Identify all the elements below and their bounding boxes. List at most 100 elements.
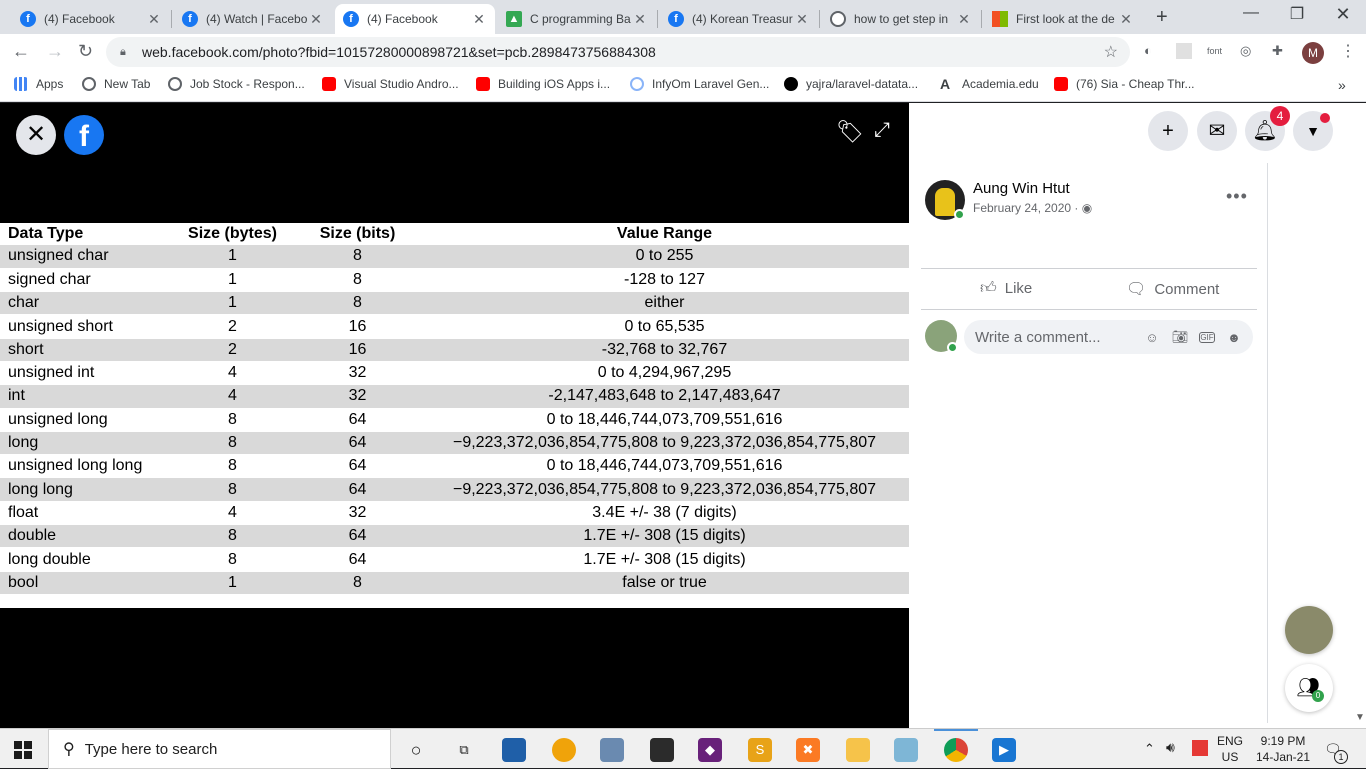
search-placeholder[interactable]: Type here to search <box>85 741 218 758</box>
bookmark-star-icon[interactable]: ☆ <box>1104 42 1118 62</box>
chrome-icon[interactable] <box>944 738 968 762</box>
tab-korean-treasure[interactable]: f (4) Korean Treasur ✕ <box>660 4 818 34</box>
bookmark-infyom[interactable]: InfyOm Laravel Gen... <box>630 77 769 91</box>
header-value-range: Value Range <box>616 225 713 242</box>
cell-size-bits: 32 <box>295 384 420 409</box>
post-date[interactable]: February 24, 2020 · ◉ <box>973 201 1092 215</box>
comment-button[interactable]: 🗨︎ Comment <box>1126 279 1219 299</box>
cell-data-type: double <box>0 524 170 549</box>
app-icon[interactable] <box>600 738 624 762</box>
scroll-down-arrow-icon[interactable]: ▼ <box>1355 712 1365 723</box>
minimize-button[interactable]: — <box>1228 4 1274 22</box>
bookmark-new-tab[interactable]: New Tab <box>82 77 150 91</box>
close-tab-icon[interactable]: ✕ <box>956 11 972 28</box>
bookmark-visual-studio[interactable]: Visual Studio Andro... <box>322 77 459 91</box>
store-icon[interactable] <box>650 738 674 762</box>
show-hidden-icons[interactable]: ⌃ <box>1144 741 1155 757</box>
bookmark-apps[interactable]: Apps <box>14 77 63 91</box>
app-icon[interactable] <box>894 738 918 762</box>
visual-studio-icon[interactable]: ◆ <box>698 738 722 762</box>
profile-avatar[interactable]: M <box>1302 42 1324 64</box>
more-options-icon[interactable]: ••• <box>1226 186 1248 207</box>
language-indicator[interactable]: ENG US <box>1214 733 1246 765</box>
omnibox[interactable]: 🔒︎ web.facebook.com/photo?fbid=101572800… <box>106 37 1130 67</box>
media-player-icon[interactable]: ▶ <box>992 738 1016 762</box>
tab-facebook-1[interactable]: f (4) Facebook ✕ <box>12 4 170 34</box>
extensions-puzzle-icon[interactable]: ✚ <box>1272 43 1283 59</box>
tab-first-look[interactable]: First look at the de ✕ <box>984 4 1142 34</box>
cortana-icon[interactable]: ○ <box>404 738 428 762</box>
sticker-icon[interactable]: ☻ <box>1225 330 1243 345</box>
cell-data-type: long <box>0 431 170 456</box>
google-drive-icon: ▲ <box>506 11 522 27</box>
contacts-icon[interactable]: 👥︎ <box>1285 664 1333 712</box>
panel-scrollbar[interactable] <box>1267 163 1268 723</box>
gif-icon[interactable]: GIF <box>1199 331 1215 343</box>
cell-size-bytes: 8 <box>170 454 295 479</box>
back-button[interactable]: ← <box>12 41 30 62</box>
tab-title: (4) Watch | Facebo <box>206 12 308 26</box>
table-row: unsigned short 2 16 0 to 65,535 <box>0 314 909 339</box>
close-window-button[interactable]: ✕ <box>1320 4 1366 25</box>
bookmark-building-ios[interactable]: Building iOS Apps i... <box>476 77 610 91</box>
close-photo-button[interactable]: ✕ <box>16 115 56 155</box>
extension-icon[interactable] <box>1176 43 1192 59</box>
close-tab-icon[interactable]: ✕ <box>308 11 324 28</box>
font-extension[interactable]: font <box>1207 46 1222 56</box>
table-row: unsigned char 1 8 0 to 255 <box>0 245 909 269</box>
close-tab-icon[interactable]: ✕ <box>632 11 648 28</box>
emoji-icon[interactable]: ☺ <box>1143 330 1161 345</box>
close-tab-icon[interactable]: ✕ <box>794 11 810 28</box>
lock-icon[interactable]: 🔒︎ <box>120 46 132 59</box>
extension-icon[interactable]: ◎ <box>1240 43 1251 59</box>
bookmark-job-stock[interactable]: Job Stock - Respon... <box>168 77 305 91</box>
tab-facebook-watch[interactable]: f (4) Watch | Facebo ✕ <box>174 4 332 34</box>
reload-button[interactable]: ↻ <box>78 41 93 62</box>
comment-placeholder[interactable]: Write a comment... <box>975 329 1143 346</box>
post-author-name[interactable]: Aung Win Htut <box>973 180 1070 197</box>
bookmark-sia[interactable]: (76) Sia - Cheap Thr... <box>1054 77 1195 91</box>
tag-icon[interactable]: 🏷︎ <box>836 119 864 145</box>
fullscreen-icon[interactable]: ⤢ <box>874 119 890 142</box>
contacts-online-badge: 0 <box>1312 690 1324 702</box>
globe-icon <box>168 77 182 91</box>
clock[interactable]: 9:19 PM 14-Jan-21 <box>1252 733 1314 765</box>
tab-how-to-get-step[interactable]: how to get step in ✕ <box>822 4 980 34</box>
task-view-icon[interactable]: ⧉ <box>452 738 476 762</box>
create-plus-icon[interactable]: + <box>1148 111 1188 151</box>
menu-kebab-icon[interactable]: ⋮ <box>1340 41 1356 61</box>
bookmark-yajra[interactable]: yajra/laravel-datata... <box>784 77 918 91</box>
bookmarks-bar: Apps New Tab Job Stock - Respon... Visua… <box>0 70 1366 102</box>
app-icon[interactable] <box>552 738 576 762</box>
new-tab-button[interactable]: + <box>1156 6 1168 29</box>
volume-icon[interactable]: 🔊︎ <box>1166 739 1175 755</box>
cell-size-bits: 64 <box>295 477 420 502</box>
xampp-icon[interactable]: ✖ <box>796 738 820 762</box>
windows-start-icon[interactable] <box>14 741 32 759</box>
sublime-text-icon[interactable]: S <box>748 738 772 762</box>
facebook-logo-icon[interactable]: f <box>64 115 104 155</box>
bookmark-academia[interactable]: A Academia.edu <box>940 77 1039 91</box>
forward-button[interactable]: → <box>46 41 64 62</box>
header-size-bits: Size (bits) <box>319 225 396 242</box>
like-button[interactable]: 👍︎ Like <box>980 279 1032 298</box>
bookmark-label: yajra/laravel-datata... <box>806 77 919 91</box>
file-explorer-icon[interactable] <box>846 738 870 762</box>
tab-c-programming[interactable]: ▲ C programming Ba ✕ <box>498 4 656 34</box>
comment-input[interactable]: Write a comment... ☺ 📷︎ GIF ☻ <box>964 320 1253 354</box>
antivirus-icon[interactable] <box>1192 740 1208 756</box>
extension-icon[interactable]: ◐ <box>1144 43 1152 58</box>
close-tab-icon[interactable]: ✕ <box>146 11 162 28</box>
app-icon[interactable] <box>502 738 526 762</box>
tab-facebook-active[interactable]: f (4) Facebook ✕ <box>335 4 495 34</box>
taskbar-search[interactable]: ⚲ Type here to search <box>48 729 391 769</box>
bookmarks-overflow-icon[interactable]: » <box>1338 77 1346 93</box>
camera-icon[interactable]: 📷︎ <box>1171 329 1189 345</box>
restore-button[interactable]: ❐ <box>1274 4 1320 24</box>
close-tab-icon[interactable]: ✕ <box>1118 11 1134 28</box>
comment-bubble-icon: 🗨︎ <box>1126 281 1147 298</box>
chat-head-avatar[interactable] <box>1285 606 1333 654</box>
url-text[interactable]: web.facebook.com/photo?fbid=101572800008… <box>142 44 656 60</box>
messenger-icon[interactable]: ✉ <box>1197 111 1237 151</box>
close-tab-icon[interactable]: ✕ <box>471 11 487 28</box>
